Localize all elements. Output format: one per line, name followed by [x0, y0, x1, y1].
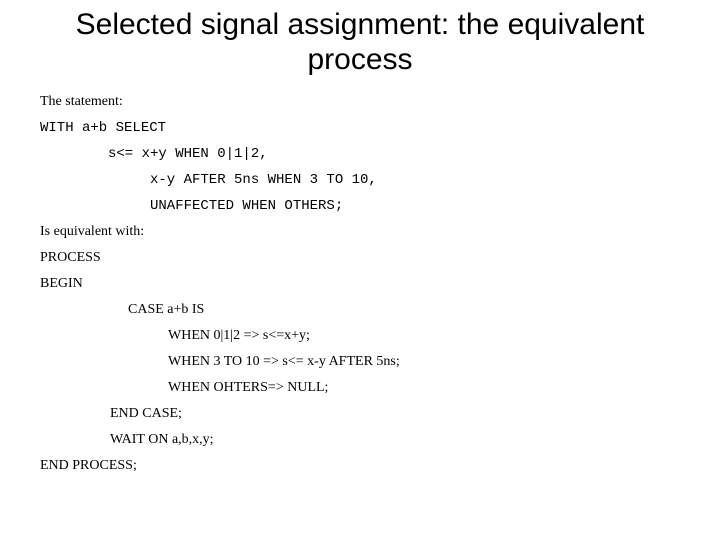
proc-line-wait: WAIT ON a,b,x,y; [40, 433, 680, 447]
proc-line-when1: WHEN 0|1|2 => s<=x+y; [40, 329, 680, 343]
proc-line-begin: BEGIN [40, 277, 680, 291]
code-line-with: WITH a+b SELECT [40, 121, 680, 135]
code-line-unaffected: UNAFFECTED WHEN OTHERS; [40, 199, 680, 213]
proc-line-endcase: END CASE; [40, 407, 680, 421]
proc-line-when3: WHEN OHTERS=> NULL; [40, 381, 680, 395]
equivalent-label: Is equivalent with: [40, 225, 680, 239]
statement-label: The statement: [40, 95, 680, 109]
proc-line-process: PROCESS [40, 251, 680, 265]
proc-line-endprocess: END PROCESS; [40, 459, 680, 473]
proc-line-when2: WHEN 3 TO 10 => s<= x-y AFTER 5ns; [40, 355, 680, 369]
code-line-sle: s<= x+y WHEN 0|1|2, [40, 147, 680, 161]
code-line-after: x-y AFTER 5ns WHEN 3 TO 10, [40, 173, 680, 187]
slide-title: Selected signal assignment: the equivale… [40, 8, 680, 77]
proc-line-case: CASE a+b IS [40, 303, 680, 317]
